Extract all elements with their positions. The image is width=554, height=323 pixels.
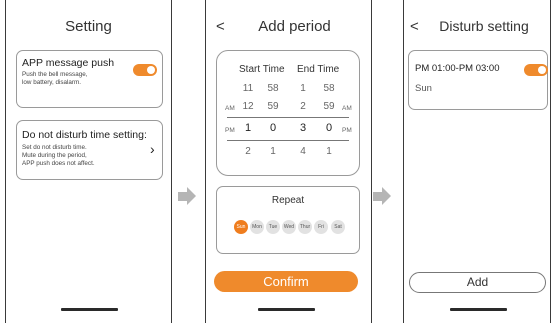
chevron-right-icon: › [150,141,155,157]
end-hour-selected[interactable]: 3 [294,122,312,134]
home-indicator [61,308,118,311]
arrow-right-icon [178,192,187,201]
arrow-right-icon [373,192,382,201]
page-title: Add period [258,18,331,35]
start-minute-option[interactable]: 1 [264,146,282,157]
app-message-push-card: APP message push Push the bell message, … [16,50,163,108]
end-time-label: End Time [297,64,340,75]
end-hour-option[interactable]: 2 [294,101,312,112]
start-hour-option[interactable]: 2 [239,146,257,157]
end-minute-option[interactable]: 59 [320,101,338,112]
day-sat[interactable]: Sat [331,220,345,234]
picker-selection-line-bottom [227,140,349,141]
arrow-right-head-icon [187,187,196,205]
page-title: Setting [65,18,112,35]
setting-screen: Setting APP message push Push the bell m… [5,0,172,323]
do-not-disturb-desc-3: APP push does not affect. [22,160,95,167]
start-ampm-option[interactable]: AM [225,105,235,112]
app-message-push-desc-2: low battery, disalarm. [22,79,82,86]
end-minute-option[interactable]: 58 [320,83,338,94]
start-hour-option[interactable]: 12 [239,101,257,112]
app-message-push-label: APP message push [22,57,115,69]
app-message-push-desc-1: Push the bell message, [22,71,88,78]
time-picker-card: Start Time End Time 11 58 1 58 AM 12 59 … [216,50,360,176]
start-minute-option[interactable]: 59 [264,101,282,112]
end-ampm-option[interactable]: AM [342,105,352,112]
end-minute-selected[interactable]: 0 [320,122,338,134]
start-ampm-selected[interactable]: PM [225,127,235,134]
app-message-push-toggle[interactable] [133,64,157,76]
period-days-label: Sun [415,83,432,94]
confirm-button[interactable]: Confirm [214,271,358,292]
disturb-setting-screen: < Disturb setting PM 01:00-PM 03:00 Sun … [403,0,551,323]
day-tue[interactable]: Tue [266,220,280,234]
disturb-period-card[interactable]: PM 01:00-PM 03:00 Sun [408,50,548,110]
picker-selection-line-top [227,117,349,118]
day-mon[interactable]: Mon [250,220,264,234]
do-not-disturb-card[interactable]: Do not disturb time setting: Set do not … [16,120,163,180]
start-hour-option[interactable]: 11 [239,83,257,94]
do-not-disturb-label: Do not disturb time setting: [22,129,147,141]
home-indicator [258,308,315,311]
end-ampm-selected[interactable]: PM [342,127,352,134]
start-minute-option[interactable]: 58 [264,83,282,94]
add-period-screen: < Add period Start Time End Time 11 58 1… [205,0,372,323]
start-hour-selected[interactable]: 1 [239,122,257,134]
toggle-knob [538,66,546,74]
period-time-label: PM 01:00-PM 03:00 [415,63,500,74]
toggle-knob [147,66,155,74]
do-not-disturb-desc-1: Set do not disturb time. [22,144,87,151]
day-wed[interactable]: Wed [282,220,296,234]
period-enable-toggle[interactable] [524,64,548,76]
end-hour-option[interactable]: 1 [294,83,312,94]
start-time-label: Start Time [239,64,285,75]
end-minute-option[interactable]: 1 [320,146,338,157]
do-not-disturb-desc-2: Mute during the period, [22,152,87,159]
end-hour-option[interactable]: 4 [294,146,312,157]
page-title: Disturb setting [439,18,529,34]
home-indicator [450,308,507,311]
day-fri[interactable]: Fri [314,220,328,234]
day-thur[interactable]: Thur [298,220,312,234]
day-sun[interactable]: Sun [234,220,248,234]
start-minute-selected[interactable]: 0 [264,122,282,134]
arrow-right-head-icon [382,187,391,205]
repeat-label: Repeat [271,195,305,206]
add-period-button[interactable]: Add [409,272,546,293]
